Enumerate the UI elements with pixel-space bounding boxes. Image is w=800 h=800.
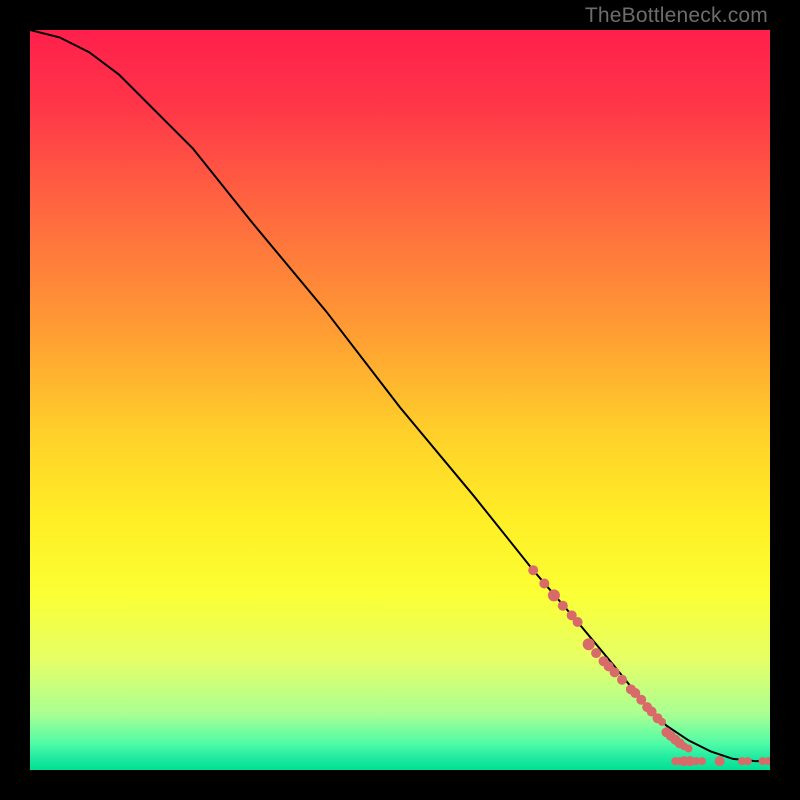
data-point: [583, 638, 595, 650]
data-point: [685, 745, 693, 753]
plot-area: [30, 30, 770, 770]
data-point: [610, 667, 620, 677]
data-point: [591, 648, 601, 658]
chart-background: [30, 30, 770, 770]
data-point: [658, 718, 666, 726]
data-point: [715, 756, 725, 766]
data-point: [548, 589, 560, 601]
data-point: [744, 757, 752, 765]
data-point: [528, 565, 538, 575]
data-point: [539, 579, 549, 589]
data-point: [698, 757, 706, 765]
data-point: [617, 675, 627, 685]
chart-svg: [30, 30, 770, 770]
data-point: [573, 617, 583, 627]
chart-frame: TheBottleneck.com: [0, 0, 800, 800]
data-point: [558, 601, 568, 611]
watermark-text: TheBottleneck.com: [585, 4, 768, 28]
